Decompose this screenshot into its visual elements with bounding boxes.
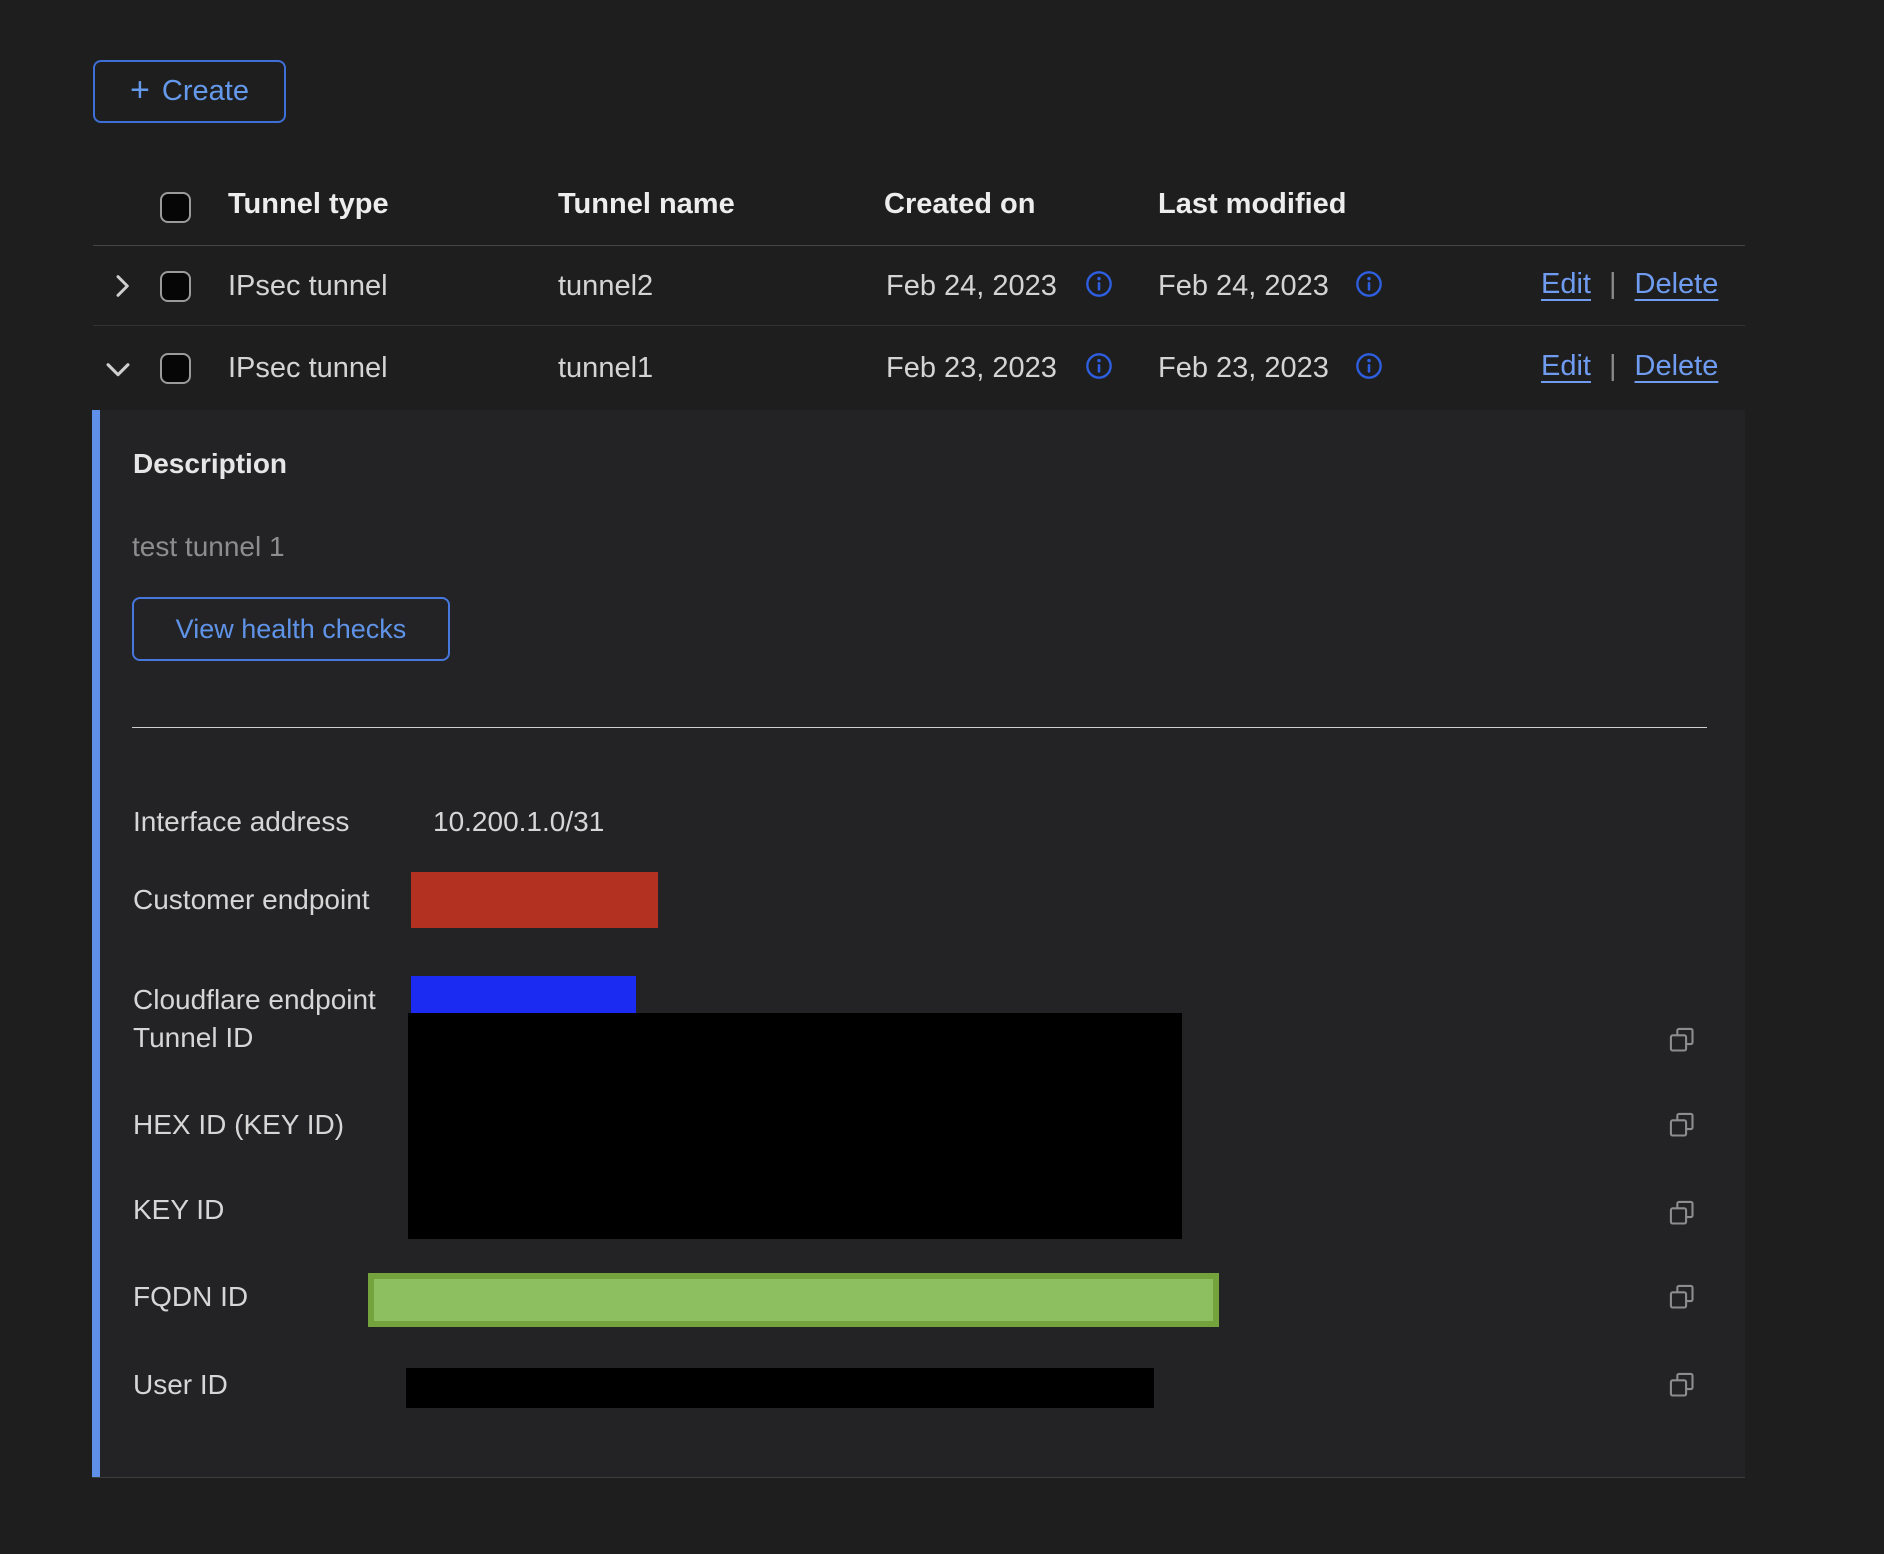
column-header-last-modified: Last modified — [1158, 188, 1347, 221]
column-header-tunnel-name: Tunnel name — [558, 188, 735, 221]
copy-icon[interactable] — [1668, 1283, 1696, 1311]
description-heading: Description — [133, 448, 287, 480]
customer-endpoint-label: Customer endpoint — [133, 884, 370, 916]
select-all-checkbox[interactable] — [160, 192, 191, 223]
header-divider — [93, 245, 1745, 246]
chevron-right-icon[interactable] — [106, 270, 138, 302]
tunnel-name-cell: tunnel1 — [558, 352, 653, 385]
user-id-label: User ID — [133, 1369, 228, 1401]
edit-link[interactable]: Edit — [1541, 268, 1591, 301]
tunnel-name-cell: tunnel2 — [558, 270, 653, 303]
tunnel-type-cell: IPsec tunnel — [228, 270, 388, 303]
tunnel-type-cell: IPsec tunnel — [228, 352, 388, 385]
created-on-cell: Feb 24, 2023 — [886, 270, 1057, 303]
create-button[interactable]: + Create — [93, 60, 286, 123]
interface-address-label: Interface address — [133, 806, 349, 838]
description-text: test tunnel 1 — [132, 531, 285, 563]
hex-id-label: HEX ID (KEY ID) — [133, 1109, 344, 1141]
view-health-checks-button[interactable]: View health checks — [132, 597, 450, 661]
tunnels-page: + Create Tunnel type Tunnel name Created… — [0, 0, 1884, 1554]
delete-link[interactable]: Delete — [1635, 350, 1719, 383]
key-id-label: KEY ID — [133, 1194, 224, 1226]
cloudflare-endpoint-label: Cloudflare endpoint — [133, 984, 376, 1016]
row-divider — [93, 325, 1745, 326]
action-separator: | — [1609, 350, 1617, 383]
row-checkbox[interactable] — [160, 271, 191, 302]
row-checkbox[interactable] — [160, 353, 191, 384]
column-header-tunnel-type: Tunnel type — [228, 188, 389, 221]
delete-link[interactable]: Delete — [1635, 268, 1719, 301]
chevron-down-icon[interactable] — [101, 352, 135, 386]
action-separator: | — [1609, 268, 1617, 301]
copy-icon[interactable] — [1668, 1199, 1696, 1227]
plus-icon: + — [130, 73, 150, 107]
info-icon[interactable] — [1085, 352, 1113, 380]
tunnel-id-label: Tunnel ID — [133, 1022, 253, 1054]
panel-accent-border — [92, 410, 100, 1477]
create-button-label: Create — [162, 75, 249, 108]
copy-icon[interactable] — [1668, 1026, 1696, 1054]
edit-link[interactable]: Edit — [1541, 350, 1591, 383]
created-on-cell: Feb 23, 2023 — [886, 352, 1057, 385]
ids-redaction-block — [408, 1013, 1182, 1239]
last-modified-cell: Feb 23, 2023 — [1158, 352, 1329, 385]
info-icon[interactable] — [1355, 270, 1383, 298]
info-icon[interactable] — [1355, 352, 1383, 380]
fqdn-id-redaction — [368, 1273, 1219, 1327]
last-modified-cell: Feb 24, 2023 — [1158, 270, 1329, 303]
customer-endpoint-redaction — [411, 872, 658, 928]
column-header-created-on: Created on — [884, 188, 1035, 221]
panel-bottom-divider — [92, 1477, 1745, 1478]
copy-icon[interactable] — [1668, 1371, 1696, 1399]
interface-address-value: 10.200.1.0/31 — [433, 806, 604, 838]
info-icon[interactable] — [1085, 270, 1113, 298]
copy-icon[interactable] — [1668, 1111, 1696, 1139]
user-id-redaction — [406, 1368, 1154, 1408]
fqdn-id-label: FQDN ID — [133, 1281, 248, 1313]
panel-divider — [132, 727, 1707, 728]
